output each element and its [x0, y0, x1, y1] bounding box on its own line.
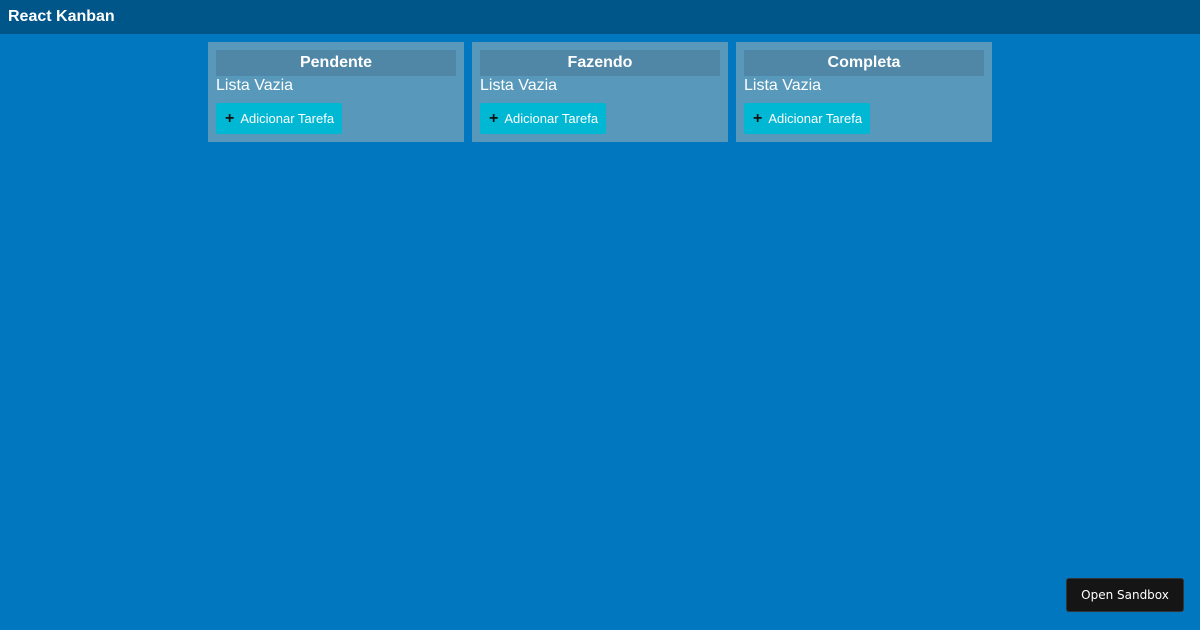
app-title: React Kanban — [0, 0, 1200, 34]
column-title: Completa — [744, 50, 984, 76]
add-task-button[interactable]: + Adicionar Tarefa — [480, 103, 606, 134]
empty-list-text: Lista Vazia — [744, 77, 984, 97]
add-task-button[interactable]: + Adicionar Tarefa — [216, 103, 342, 134]
plus-icon: + — [225, 111, 234, 127]
column-title: Fazendo — [480, 50, 720, 76]
column-pendente: Pendente Lista Vazia + Adicionar Tarefa — [208, 42, 464, 142]
add-task-button[interactable]: + Adicionar Tarefa — [744, 103, 870, 134]
column-fazendo: Fazendo Lista Vazia + Adicionar Tarefa — [472, 42, 728, 142]
kanban-board: Pendente Lista Vazia + Adicionar Tarefa F… — [208, 42, 992, 142]
empty-list-text: Lista Vazia — [216, 77, 456, 97]
plus-icon: + — [489, 111, 498, 127]
column-title: Pendente — [216, 50, 456, 76]
column-completa: Completa Lista Vazia + Adicionar Tarefa — [736, 42, 992, 142]
add-task-label: Adicionar Tarefa — [768, 111, 862, 126]
empty-list-text: Lista Vazia — [480, 77, 720, 97]
plus-icon: + — [753, 111, 762, 127]
add-task-label: Adicionar Tarefa — [240, 111, 334, 126]
add-task-label: Adicionar Tarefa — [504, 111, 598, 126]
open-sandbox-button[interactable]: Open Sandbox — [1066, 578, 1184, 612]
